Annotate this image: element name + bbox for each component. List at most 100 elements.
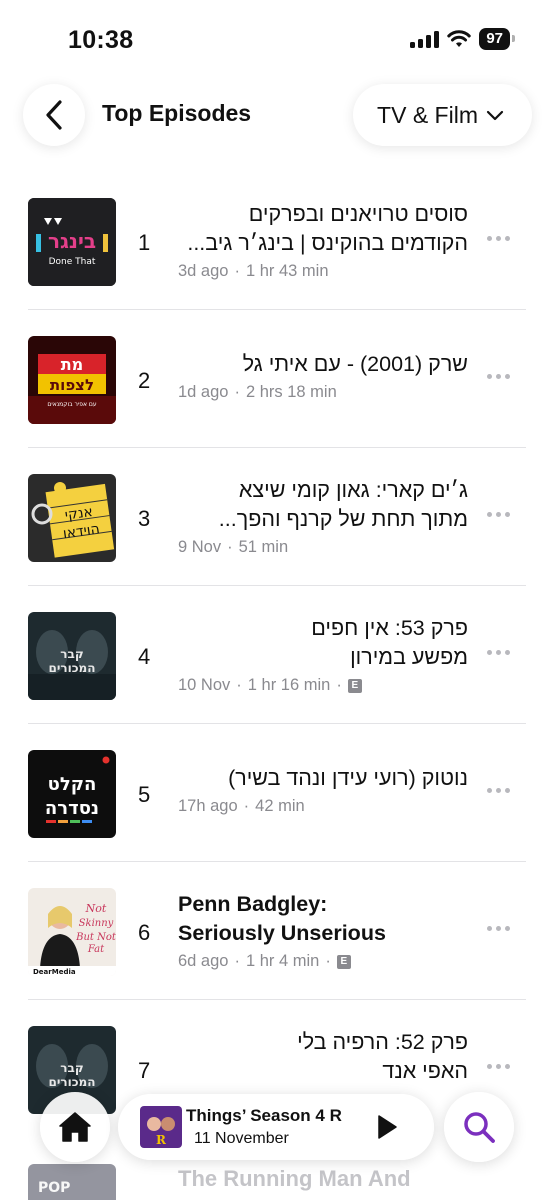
svg-text:Done That: Done That [49,257,96,267]
search-icon [464,1112,495,1143]
svg-text:Skinny: Skinny [79,918,114,929]
wifi-icon [447,30,472,47]
episode-artwork: POP [28,1164,116,1200]
episode-duration: 2 hrs 18 min [245,383,337,401]
episode-title-line: שרק (2001) - עם איתי גל [242,352,468,376]
svg-text:קבר: קבר [60,647,83,661]
episode-title: סוסים טרויאנים ובפרקים הקודמים בהוקינס |… [178,200,468,258]
more-options-button[interactable] [487,230,510,247]
episode-title-line: Penn Badgley: [178,892,328,916]
more-options-button[interactable] [487,368,510,385]
episode-rank: 1 [138,230,151,255]
episode-row[interactable]: אנקי הוידאו 3 ג׳ים קארי: גאון קומי שיצא … [0,448,554,586]
episode-row[interactable]: בינגר Done That 1 סוסים טרויאנים ובפרקים… [0,172,554,310]
episode-title: נוטוק (רועי עידן ונהד בשיר) [178,764,468,793]
svg-text:מת: מת [61,355,84,374]
meta-separator: · [236,676,242,694]
episode-row[interactable]: קבר המכורים 4 פרק 53: אין חפים מפשע במיר… [0,586,554,724]
episode-title: שרק (2001) - עם איתי גל [178,350,468,379]
status-time: 10:38 [68,26,134,54]
svg-text:עם אפיר בוקמנאים: עם אפיר בוקמנאים [47,401,96,408]
episode-artwork: אנקי הוידאו [28,474,116,562]
more-options-button[interactable] [487,1058,510,1075]
episode-rank: 4 [138,644,151,669]
episode-date: 1d ago [178,383,229,401]
episode-info: Penn Badgley: Seriously Unserious 6d ago… [178,890,468,971]
episode-title: The Running Man And [178,1166,411,1191]
svg-text:הקלט: הקלט [48,774,97,795]
episode-row[interactable]: מת לצפות עם אפיר בוקמנאים 2 שרק (2001) -… [0,310,554,448]
more-options-button[interactable] [487,920,510,937]
meta-separator: · [234,952,240,970]
episode-duration: 1 hr 16 min [247,676,331,694]
search-button[interactable] [444,1092,514,1162]
cellular-signal-icon [410,30,440,48]
episode-duration: 42 min [255,797,305,815]
meta-separator: · [234,383,240,401]
episode-date: 3d ago [178,262,229,280]
episode-title-line: סוסים טרויאנים ובפרקים [248,202,468,226]
episode-date: 17h ago [178,797,238,815]
episode-artwork: הקלט נסדרה [28,750,116,838]
episode-info: נוטוק (רועי עידן ונהד בשיר) 17h ago · 42… [178,764,468,816]
episode-duration: 51 min [238,538,289,556]
episode-title: פרק 52: הרפיה בלי האפי אנד [178,1028,468,1086]
mini-player[interactable]: R Things’ Season 4 R 11 November [118,1094,434,1160]
episode-row[interactable]: הקלט נסדרה 5 נוטוק (רועי עידן ונהד בשיר)… [0,724,554,862]
episode-rank: 5 [138,782,151,807]
status-bar: 10:38 97 [0,0,554,72]
house-icon [59,1112,91,1142]
more-options-button[interactable] [487,782,510,799]
back-button[interactable] [23,84,85,146]
chevron-left-icon [46,100,62,130]
explicit-badge: E [347,678,362,693]
episode-artwork: Not Skinny But Not Fat DearMedia [28,888,116,976]
episode-meta: 9 Nov · 51 min [178,538,468,557]
now-playing-title: Things’ Season 4 R [186,1106,342,1125]
episode-info: ג׳ים קארי: גאון קומי שיצא מתוך תחת של קר… [178,476,468,557]
episode-date: 6d ago [178,952,229,970]
chevron-down-icon [486,110,504,121]
svg-text:But Not: But Not [75,932,116,943]
svg-text:לצפות: לצפות [50,376,94,394]
episode-rank: 3 [138,506,151,531]
episode-meta: 1d ago · 2 hrs 18 min [178,383,468,402]
more-options-button[interactable] [487,644,510,661]
episode-title-line: האפי אנד [382,1059,468,1083]
episode-artwork: בינגר Done That [28,198,116,286]
play-button[interactable] [376,1114,398,1145]
bottom-bar: R Things’ Season 4 R 11 November [0,1088,554,1168]
episode-title-line: פרק 52: הרפיה בלי [297,1030,468,1054]
meta-separator: · [234,262,240,280]
episode-date: 10 Nov [178,676,231,694]
episode-info: סוסים טרויאנים ובפרקים הקודמים בהוקינס |… [178,200,468,281]
svg-text:DearMedia: DearMedia [33,968,76,976]
episode-info: שרק (2001) - עם איתי גל 1d ago · 2 hrs 1… [178,350,468,402]
svg-text:Fat: Fat [87,944,105,955]
meta-separator: · [325,952,331,970]
episode-title: ג׳ים קארי: גאון קומי שיצא מתוך תחת של קר… [178,476,468,534]
meta-separator: · [243,797,250,815]
status-icons: 97 [410,28,515,50]
now-playing-subtitle: 11 November [194,1130,289,1147]
artwork-text: POP [38,1180,70,1196]
svg-text:בינגר: בינגר [48,229,96,253]
svg-text:המכורים: המכורים [49,661,96,675]
home-button[interactable] [40,1092,110,1162]
episode-artwork: קבר המכורים [28,612,116,700]
episode-row[interactable]: Not Skinny But Not Fat DearMedia 6 Penn … [0,862,554,1000]
episode-title-line: ג׳ים קארי: גאון קומי שיצא [238,478,468,502]
meta-separator: · [227,538,233,556]
episode-title-line: נוטוק (רועי עידן ונהד בשיר) [228,766,468,790]
episode-duration: 1 hr 43 min [245,262,329,280]
svg-text:R: R [156,1133,167,1147]
episode-info: פרק 53: אין חפים מפשע במירון 10 Nov · 1 … [178,614,468,695]
episode-duration: 1 hr 4 min [245,952,320,970]
battery-indicator: 97 [479,28,515,50]
category-filter-button[interactable]: TV & Film [353,84,532,146]
more-options-button[interactable] [487,506,510,523]
episode-meta: 3d ago · 1 hr 43 min [178,262,468,281]
svg-text:קבר: קבר [60,1061,83,1075]
play-icon [378,1115,397,1139]
episode-rank: 2 [138,368,151,393]
